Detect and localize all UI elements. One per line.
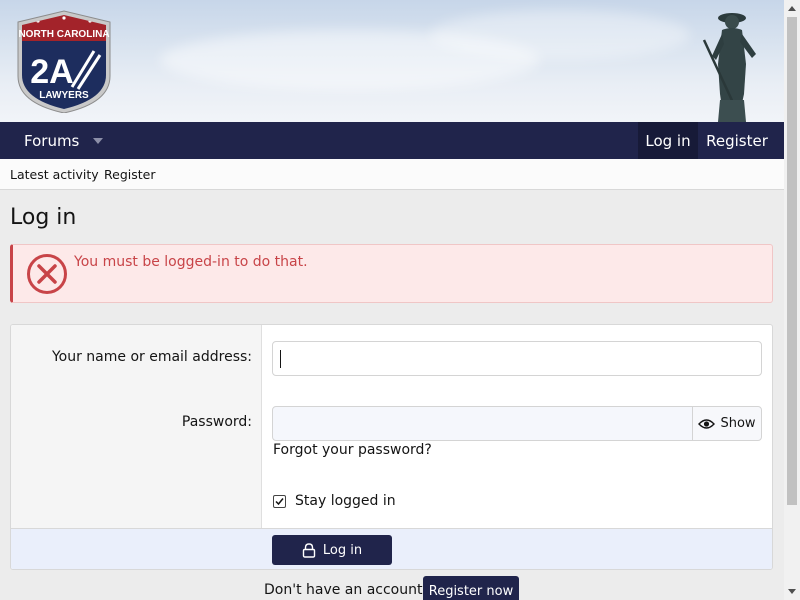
scroll-up-arrow-icon[interactable] [788,6,796,11]
stay-logged-in-option[interactable]: Stay logged in [273,493,396,509]
form-submit-row: Log in [11,528,772,569]
lock-icon [302,542,316,558]
text-cursor [280,350,281,368]
subnav-latest-activity-link[interactable]: Latest activity [10,167,99,182]
nav-register-button[interactable]: Register [702,122,772,159]
logo-bottom-text: LAWYERS [39,90,89,101]
chevron-down-icon[interactable] [93,137,104,144]
show-password-label: Show [720,416,756,431]
main-nav: Forums Log in Register [0,122,784,159]
error-circle-x-icon [27,254,67,294]
site-banner: NORTH CAROLINA 2A LAWYERS [0,0,784,122]
check-icon [275,497,284,505]
register-prompt: Don't have an account? [264,582,430,598]
error-message-block: You must be logged-in to do that. [10,244,773,303]
nav-login-button[interactable]: Log in [638,122,698,159]
register-now-button[interactable]: Register now [423,576,519,600]
subnav-register-link[interactable]: Register [104,167,155,182]
stay-logged-in-checkbox[interactable] [273,494,286,508]
nav-forums-tab[interactable]: Forums [10,122,117,159]
page-title: Log in [10,205,77,230]
site-logo[interactable]: NORTH CAROLINA 2A LAWYERS [14,9,114,113]
logo-mark: 2A [30,53,73,91]
logo-top-text: NORTH CAROLINA [18,29,109,40]
error-text: You must be logged-in to do that. [74,254,308,270]
login-form: Your name or email address: Password: Sh… [10,324,773,570]
page-scrollbar[interactable] [784,0,800,600]
show-password-button[interactable]: Show [692,407,761,440]
cloud-decoration [430,10,690,60]
password-input[interactable]: Show [272,406,762,441]
minuteman-statue-image [702,13,756,122]
name-email-input[interactable] [272,341,762,376]
eye-icon [698,418,716,429]
sub-nav: Latest activity Register [0,159,784,190]
scroll-down-arrow-icon[interactable] [788,589,796,594]
password-field-label: Password: [181,414,252,430]
scrollbar-thumb[interactable] [787,17,797,505]
stay-logged-in-label: Stay logged in [295,493,396,509]
login-submit-label: Log in [322,542,363,558]
name-field-label: Your name or email address: [51,349,252,365]
forgot-password-link[interactable]: Forgot your password? [273,442,432,458]
login-submit-button[interactable]: Log in [272,535,392,565]
nav-forums-label: Forums [24,131,80,150]
